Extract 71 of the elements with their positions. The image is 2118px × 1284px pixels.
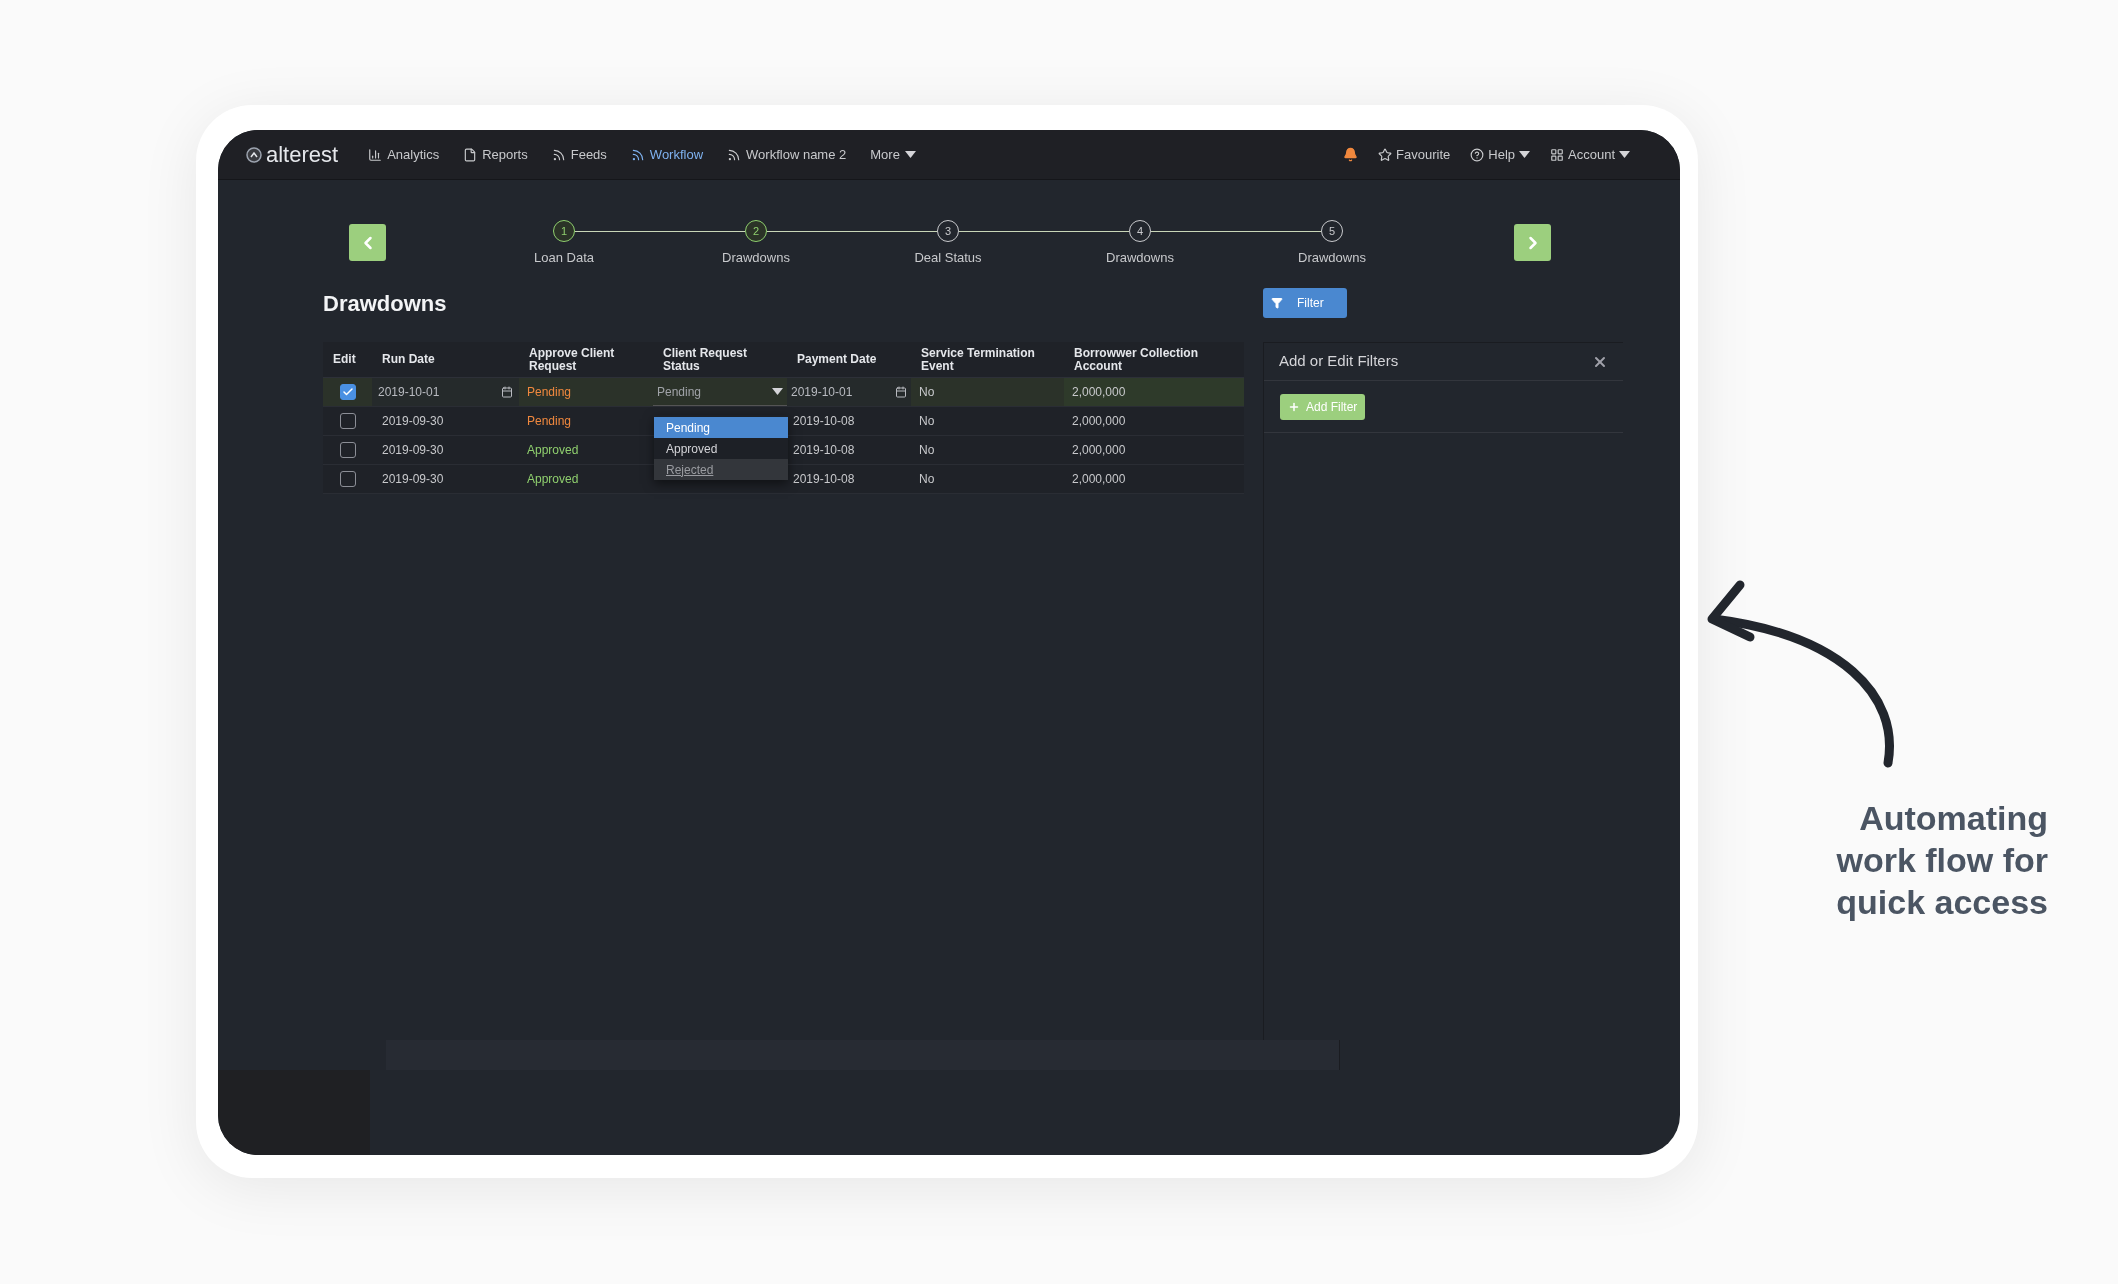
grid-icon xyxy=(1550,147,1564,162)
date-input[interactable]: 2019-10-01 xyxy=(372,378,519,406)
document-icon xyxy=(463,147,478,162)
column-header: Client Request Status xyxy=(662,344,748,375)
step-label: Drawdowns xyxy=(722,249,790,267)
column-header: Service Termination Event xyxy=(920,344,1036,375)
row-checkbox[interactable] xyxy=(339,442,356,458)
filter-button[interactable]: Filter xyxy=(1263,288,1347,318)
table-cell-text: 2019-09-30 xyxy=(381,413,445,430)
dropdown-option[interactable]: Approved xyxy=(654,438,788,459)
table-cell-text: Approved xyxy=(526,471,580,488)
row-checkbox[interactable] xyxy=(339,413,356,429)
step-label: Loan Data xyxy=(534,249,594,267)
funnel-icon xyxy=(1271,297,1283,309)
caret-icon xyxy=(904,151,916,158)
annotation-text: Automating work flow for quick access xyxy=(1835,798,2048,923)
calendar-icon xyxy=(501,386,513,398)
nav-menu-link[interactable]: Account xyxy=(1550,144,1630,165)
table-row[interactable]: 2019-10-01 Pending Pending 2019-10-01 No 2,000,000 xyxy=(323,378,1244,407)
table-cell-text: 2019-09-30 xyxy=(381,442,445,459)
nav-link[interactable]: Reports xyxy=(463,144,528,165)
step-label: Drawdowns xyxy=(1106,249,1174,267)
dropdown-option[interactable]: Rejected xyxy=(654,459,788,480)
caret-icon xyxy=(772,388,783,395)
nav-menu-link[interactable]: Help xyxy=(1470,144,1530,165)
table-cell-text: No xyxy=(918,442,936,459)
notification-bell-icon[interactable] xyxy=(1343,147,1359,162)
logo-text: alterest xyxy=(266,143,339,166)
column-header: Edit xyxy=(332,351,357,368)
table-cell-text: Pending xyxy=(526,384,573,401)
table-cell-text: 2019-09-30 xyxy=(381,471,445,488)
table-cell-text: 2,000,000 xyxy=(1071,442,1127,459)
nav-link[interactable]: More xyxy=(870,144,916,165)
nav-menu-link[interactable]: Favourite xyxy=(1378,144,1451,165)
column-header: Approve Client Request xyxy=(528,344,616,375)
feed-icon xyxy=(551,147,566,162)
date-input[interactable]: 2019-10-01 xyxy=(787,378,911,406)
calendar-icon xyxy=(895,386,907,398)
table-cell-text: Approved xyxy=(526,442,580,459)
table-cell-text: Pending xyxy=(526,413,573,430)
table-cell-text: 2,000,000 xyxy=(1071,413,1127,430)
table-cell-text: 2019-10-08 xyxy=(792,442,856,459)
nav-link[interactable]: Workflow name 2 xyxy=(727,144,847,165)
bar-chart-icon xyxy=(368,147,383,162)
row-checkbox[interactable] xyxy=(339,471,356,487)
logo-icon xyxy=(246,146,262,163)
help-icon xyxy=(1470,147,1485,162)
step-label: Deal Status xyxy=(914,249,982,267)
nav-link[interactable]: Analytics xyxy=(368,144,440,165)
feed-icon xyxy=(727,147,742,162)
row-checkbox[interactable] xyxy=(339,384,356,400)
page-title: Drawdowns xyxy=(323,290,448,318)
column-header: Payment Date xyxy=(796,351,878,368)
table-cell-text: 2,000,000 xyxy=(1071,471,1127,488)
column-header: Borrowwer Collection Account xyxy=(1073,344,1199,375)
table-cell-text: No xyxy=(918,384,936,401)
feed-icon xyxy=(630,147,645,162)
star-icon xyxy=(1378,147,1393,162)
table-cell-text: No xyxy=(918,471,936,488)
step-label: Drawdowns xyxy=(1298,249,1366,267)
check-icon xyxy=(341,386,354,398)
table-cell-text: No xyxy=(918,413,936,430)
plus-icon xyxy=(1288,400,1300,413)
table-cell: 2,000,000 xyxy=(1064,378,1244,406)
nav-link[interactable]: Workflow xyxy=(630,144,704,165)
table-cell-text: 2019-10-08 xyxy=(792,471,856,488)
column-header: Run Date xyxy=(381,351,436,368)
dropdown-option[interactable]: Pending xyxy=(654,417,788,438)
nav-link[interactable]: Feeds xyxy=(551,144,607,165)
table-cell-text: 2019-10-08 xyxy=(792,413,856,430)
panel-title: Add or Edit Filters xyxy=(1279,351,1399,372)
